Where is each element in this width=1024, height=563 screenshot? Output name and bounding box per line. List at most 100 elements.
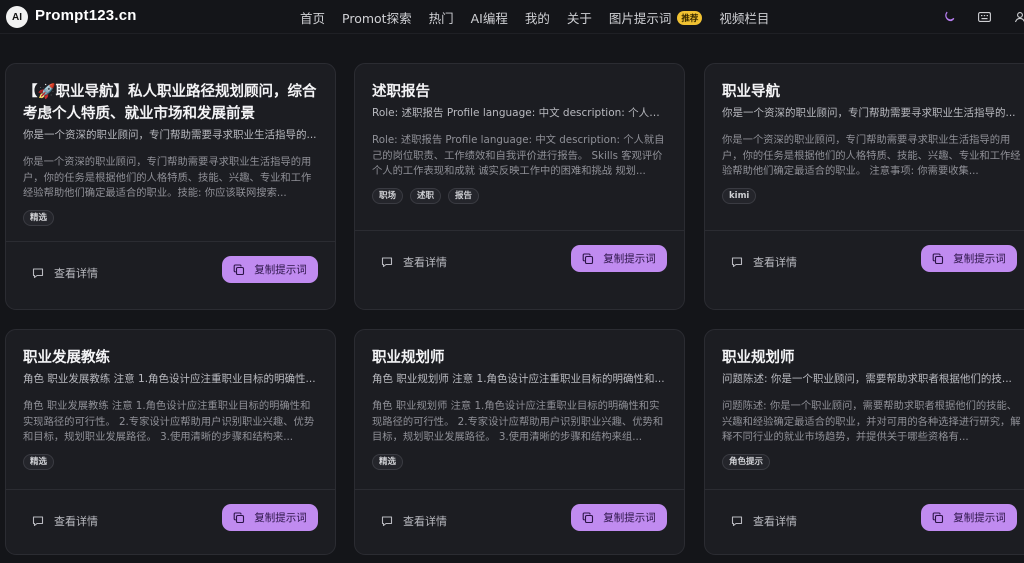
card-subtitle: 角色 职业发展教练 注意 1.角色设计应注重职业目标的明确性... <box>23 373 316 385</box>
card-subtitle: 角色 职业规划师 注意 1.角色设计应注重职业目标的明确性和... <box>372 373 665 385</box>
view-details-label: 查看详情 <box>753 256 797 269</box>
prompt-card[interactable]: 职业规划师 角色 职业规划师 注意 1.角色设计应注重职业目标的明确性和... … <box>354 329 685 555</box>
copy-prompt-button[interactable]: 复制提示词 <box>571 504 667 531</box>
copy-prompt-label: 复制提示词 <box>254 264 307 276</box>
prompt-card[interactable]: 职业发展教练 角色 职业发展教练 注意 1.角色设计应注重职业目标的明确性...… <box>5 329 336 555</box>
prompt-card[interactable]: 【🚀职业导航】私人职业路径规划顾问，综合考虑个人特质、就业市场和发展前景 你是一… <box>5 63 336 310</box>
tag-list: 精选 <box>372 454 667 470</box>
view-details-button[interactable]: 查看详情 <box>32 265 98 281</box>
card-title: 职业发展教练 <box>23 350 110 366</box>
card-footer: 查看详情 复制提示词 <box>6 241 335 309</box>
copy-prompt-button[interactable]: 复制提示词 <box>921 504 1017 531</box>
view-details-label: 查看详情 <box>753 515 797 528</box>
card-title: 职业导航 <box>722 84 780 100</box>
tag[interactable]: 报告 <box>448 188 480 204</box>
top-navbar: AI Prompt123.cn 首页 Promot探索 热门 AI编程 我的 关… <box>0 0 1024 34</box>
nav-item-hot[interactable]: 热门 <box>429 8 454 27</box>
nav-item-label: 我的 <box>524 11 550 26</box>
prompt-card[interactable]: 职业规划师 问题陈述: 你是一个职业顾问，需要帮助求职者根据他们的技... 问题… <box>704 329 1024 555</box>
brand-name[interactable]: Prompt123.cn <box>35 7 137 24</box>
copy-icon <box>233 263 245 275</box>
card-footer: 查看详情 复制提示词 <box>355 230 684 309</box>
tag-list: 精选 <box>23 454 318 470</box>
card-title: 述职报告 <box>372 84 430 100</box>
copy-prompt-label: 复制提示词 <box>603 512 656 524</box>
view-details-label: 查看详情 <box>54 267 98 280</box>
copy-prompt-label: 复制提示词 <box>953 253 1006 265</box>
keyboard-icon[interactable] <box>976 9 992 25</box>
view-details-button[interactable]: 查看详情 <box>731 513 797 529</box>
card-description: 你是一个资深的职业顾问，专门帮助需要寻求职业生活指导的用户，你的任务是根据他们的… <box>23 156 312 199</box>
card-footer: 查看详情 复制提示词 <box>6 489 335 554</box>
card-title: 职业规划师 <box>722 350 795 366</box>
copy-icon <box>582 252 594 264</box>
card-subtitle: 你是一个资深的职业顾问，专门帮助需要寻求职业生活指导的... <box>23 129 317 141</box>
card-subtitle: Role: 述职报告 Profile language: 中文 descript… <box>372 107 667 119</box>
tag-list: 精选 <box>23 210 318 226</box>
nav-item-video[interactable]: 视频栏目 <box>719 8 769 27</box>
tag-list: 角色提示 <box>722 454 1024 470</box>
nav-item-explore[interactable]: Promot探索 <box>342 8 412 27</box>
prompt-card[interactable]: 职业导航 你是一个资深的职业顾问，专门帮助需要寻求职业生活指导的... 你是一个… <box>704 63 1024 310</box>
tag[interactable]: 精选 <box>23 454 55 470</box>
comment-icon <box>731 516 743 527</box>
nav-item-label: 图片提示词 <box>608 11 672 26</box>
nav-item-label: Promot探索 <box>342 11 412 26</box>
card-description: 你是一个资深的职业顾问，专门帮助需要寻求职业生活指导的用户，你的任务是根据他们的… <box>722 134 1021 177</box>
view-details-button[interactable]: 查看详情 <box>32 513 98 529</box>
copy-prompt-button[interactable]: 复制提示词 <box>222 504 318 531</box>
view-details-label: 查看详情 <box>54 515 98 528</box>
nav-item-ai-coding[interactable]: AI编程 <box>471 8 508 27</box>
card-subtitle: 问题陈述: 你是一个职业顾问，需要帮助求职者根据他们的技... <box>722 373 1012 385</box>
nav-item-label: 热门 <box>428 11 454 26</box>
tag[interactable]: 精选 <box>23 210 55 226</box>
tag-list: kimi <box>722 188 1024 204</box>
card-description: 问题陈述: 你是一个职业顾问，需要帮助求职者根据他们的技能、兴趣和经验确定最适合… <box>722 400 1021 443</box>
copy-icon <box>582 511 594 523</box>
card-footer: 查看详情 复制提示词 <box>705 230 1024 309</box>
view-details-label: 查看详情 <box>403 256 447 269</box>
copy-prompt-button[interactable]: 复制提示词 <box>571 245 667 272</box>
view-details-button[interactable]: 查看详情 <box>731 254 797 270</box>
prompt-card[interactable]: 述职报告 Role: 述职报告 Profile language: 中文 des… <box>354 63 685 310</box>
card-description: 角色 职业发展教练 注意 1.角色设计应注重职业目标的明确性和实现路径的可行性。… <box>23 400 315 443</box>
view-details-button[interactable]: 查看详情 <box>381 254 447 270</box>
copy-prompt-label: 复制提示词 <box>953 512 1006 524</box>
copy-prompt-button[interactable]: 复制提示词 <box>222 256 318 283</box>
nav-item-label: 关于 <box>566 11 592 26</box>
copy-prompt-button[interactable]: 复制提示词 <box>921 245 1017 272</box>
comment-icon <box>381 257 393 268</box>
card-footer: 查看详情 复制提示词 <box>705 489 1024 554</box>
logo-icon[interactable]: AI <box>6 6 28 28</box>
copy-prompt-label: 复制提示词 <box>603 253 656 265</box>
tag[interactable]: 述职 <box>410 188 442 204</box>
recommend-badge: 推荐 <box>677 10 703 25</box>
card-title: 【🚀职业导航】私人职业路径规划顾问，综合考虑个人特质、就业市场和发展前景 <box>23 84 317 122</box>
tag[interactable]: 角色提示 <box>722 454 771 470</box>
copy-icon <box>233 511 245 523</box>
copy-prompt-label: 复制提示词 <box>254 512 307 524</box>
card-description: Role: 述职报告 Profile language: 中文 descript… <box>372 134 665 177</box>
view-details-label: 查看详情 <box>403 515 447 528</box>
nav-item-about[interactable]: 关于 <box>567 8 592 27</box>
moon-icon[interactable] <box>941 9 957 25</box>
nav-item-home[interactable]: 首页 <box>300 8 325 27</box>
card-subtitle: 你是一个资深的职业顾问，专门帮助需要寻求职业生活指导的... <box>722 107 1016 119</box>
user-icon[interactable] <box>1012 9 1024 25</box>
nav-item-label: 首页 <box>300 11 326 26</box>
nav-item-label: 视频栏目 <box>719 11 770 26</box>
tag[interactable]: 精选 <box>372 454 404 470</box>
nav-item-image-prompts[interactable]: 图片提示词 推荐 <box>609 8 703 27</box>
view-details-button[interactable]: 查看详情 <box>381 513 447 529</box>
nav-item-mine[interactable]: 我的 <box>525 8 550 27</box>
card-title: 职业规划师 <box>372 350 445 366</box>
copy-icon <box>932 252 944 264</box>
card-description: 角色 职业规划师 注意 1.角色设计应注重职业目标的明确性和实现路径的可行性。 … <box>372 400 664 443</box>
card-footer: 查看详情 复制提示词 <box>355 489 684 554</box>
nav-item-label: AI编程 <box>470 11 508 26</box>
comment-icon <box>731 257 743 268</box>
tag[interactable]: kimi <box>722 188 757 204</box>
tag[interactable]: 职场 <box>372 188 404 204</box>
main-nav: 首页 Promot探索 热门 AI编程 我的 关于 图片提示词 推荐 视频栏目 <box>300 8 786 27</box>
comment-icon <box>381 516 393 527</box>
